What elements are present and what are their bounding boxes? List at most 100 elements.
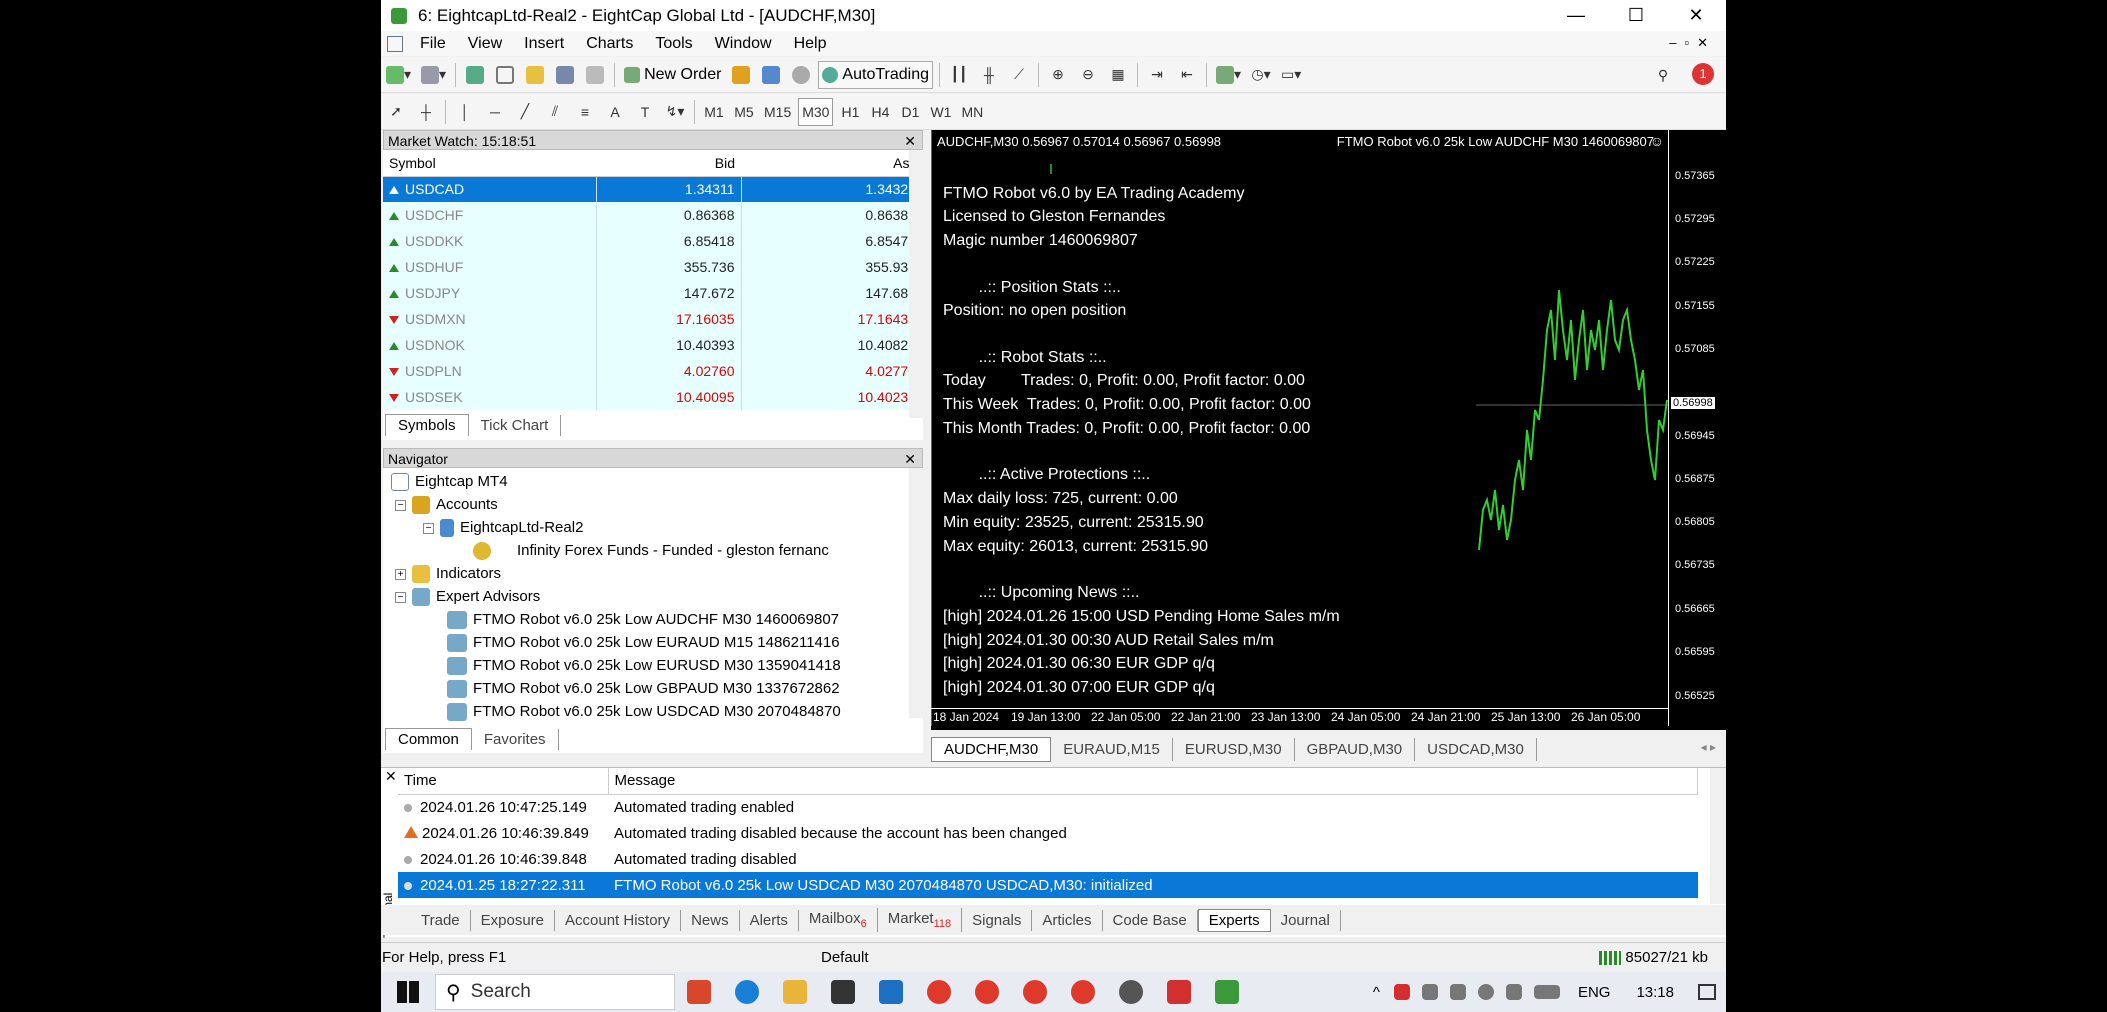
menu-view[interactable]: View xyxy=(457,35,513,53)
tab-signals[interactable]: Signals xyxy=(962,909,1033,931)
notifications-icon[interactable] xyxy=(1698,984,1716,1000)
tab-scroll-arrows[interactable]: ◂ ▸ xyxy=(1701,740,1716,754)
tf-d1[interactable]: D1 xyxy=(897,98,923,126)
col-ask[interactable]: Ask xyxy=(741,150,923,177)
new-order-button[interactable]: New Order xyxy=(621,61,724,89)
periods-icon[interactable]: ◷▾ xyxy=(1248,61,1274,89)
table-row[interactable]: USDJPY 147.672 147.683 xyxy=(383,280,923,306)
volume-muted-icon[interactable] xyxy=(1505,984,1522,1000)
tab-market[interactable]: Market118 xyxy=(878,908,963,932)
tab-eurusd-m30[interactable]: EURUSD,M30 xyxy=(1173,737,1295,761)
col-message[interactable]: Message xyxy=(608,768,1698,795)
table-row[interactable]: USDSEK 10.40095 10.40238 xyxy=(383,384,923,410)
tab-tick-chart[interactable]: Tick Chart xyxy=(469,415,562,436)
menu-window[interactable]: Window xyxy=(704,35,783,53)
anydesk-icon[interactable] xyxy=(1167,980,1191,1004)
new-chart-icon[interactable]: ▾ xyxy=(383,61,414,89)
tile-windows-icon[interactable]: ▦ xyxy=(1105,61,1131,89)
navigator-icon[interactable] xyxy=(522,61,548,89)
tab-trade[interactable]: Trade xyxy=(411,909,471,931)
cursor-icon[interactable]: ➚ xyxy=(383,98,409,126)
table-row[interactable]: USDHUF 355.736 355.938 xyxy=(383,254,923,280)
tree-ea-item[interactable]: FTMO Robot v6.0 25k Low USDCAD M30 20704… xyxy=(447,700,841,724)
search-box[interactable]: ⚲ Search xyxy=(435,974,675,1010)
menu-insert[interactable]: Insert xyxy=(513,35,575,53)
zoom-out-icon[interactable]: ⊖ xyxy=(1075,61,1101,89)
tree-account-sub[interactable]: Infinity Forex Funds - Funded - gleston … xyxy=(473,539,829,563)
tab-audchf-m30[interactable]: AUDCHF,M30 xyxy=(931,736,1052,762)
tab-symbols[interactable]: Symbols xyxy=(385,414,469,436)
tray-chevron-icon[interactable]: ^ xyxy=(1373,984,1380,1001)
tree-indicators[interactable]: + Indicators xyxy=(395,562,501,586)
menu-charts[interactable]: Charts xyxy=(575,35,644,53)
profiles-icon[interactable]: ▾ xyxy=(418,61,449,89)
tf-m1[interactable]: M1 xyxy=(701,98,727,126)
tab-journal[interactable]: Journal xyxy=(1271,909,1341,931)
table-row[interactable]: USDDKK 6.85418 6.85478 xyxy=(383,228,923,254)
col-bid[interactable]: Bid xyxy=(596,150,741,177)
metaeditor-icon[interactable] xyxy=(728,61,754,89)
signals-icon[interactable] xyxy=(758,61,784,89)
search-icon[interactable]: ⚲ xyxy=(1650,61,1676,89)
tray-app-icon[interactable] xyxy=(1393,984,1410,1000)
tray-app-icon[interactable] xyxy=(1421,984,1438,1000)
navigator-scrollbar[interactable] xyxy=(909,468,923,718)
data-window-icon[interactable] xyxy=(492,61,518,89)
autotrading-button[interactable]: AutoTrading xyxy=(818,60,933,89)
tab-favorites[interactable]: Favorites xyxy=(472,729,559,750)
tab-account-history[interactable]: Account History xyxy=(555,909,682,931)
terminal-icon[interactable] xyxy=(552,61,578,89)
market-watch-scrollbar[interactable] xyxy=(909,150,923,418)
tab-articles[interactable]: Articles xyxy=(1032,909,1103,931)
log-row[interactable]: 2024.01.26 10:46:39.848 Automated trading… xyxy=(398,846,1698,872)
market-watch-icon[interactable] xyxy=(462,61,488,89)
label-icon[interactable]: T xyxy=(632,98,658,126)
wifi-icon[interactable] xyxy=(1477,984,1494,1000)
tab-common[interactable]: Common xyxy=(385,728,472,750)
tf-m15[interactable]: M15 xyxy=(761,98,794,126)
minimize-button[interactable]: — xyxy=(1546,0,1606,31)
tree-ea-item[interactable]: FTMO Robot v6.0 25k Low GBPAUD M30 13376… xyxy=(447,677,840,701)
tester-icon[interactable] xyxy=(582,61,608,89)
table-row[interactable]: USDCHF 0.86368 0.86382 xyxy=(383,202,923,228)
horizontal-line-icon[interactable]: ─ xyxy=(482,98,508,126)
tab-alerts[interactable]: Alerts xyxy=(740,909,799,931)
tree-ea-item[interactable]: FTMO Robot v6.0 25k Low AUDCHF M30 14600… xyxy=(447,608,839,632)
channel-icon[interactable]: ⫽ xyxy=(542,98,568,126)
menu-file[interactable]: File xyxy=(409,35,457,53)
settings-icon[interactable] xyxy=(1119,980,1143,1004)
trendline-icon[interactable]: ╱ xyxy=(512,98,538,126)
keyboard-icon[interactable] xyxy=(1533,985,1560,999)
chrome-icon[interactable] xyxy=(975,980,999,1004)
store-icon[interactable] xyxy=(831,980,855,1004)
market-watch-close-icon[interactable]: ✕ xyxy=(904,131,916,151)
gift-icon[interactable] xyxy=(687,980,711,1004)
bar-chart-icon[interactable]: ┃┃ xyxy=(946,61,972,89)
col-time[interactable]: Time xyxy=(398,768,609,795)
tree-account[interactable]: − EightcapLtd-Real2 xyxy=(423,516,583,540)
tree-accounts[interactable]: − Accounts xyxy=(395,493,498,517)
auto-scroll-icon[interactable]: ⇥ xyxy=(1144,61,1170,89)
tab-euraud-m15[interactable]: EURAUD,M15 xyxy=(1051,737,1173,761)
navigator-close-icon[interactable]: ✕ xyxy=(904,449,916,469)
chrome-icon[interactable] xyxy=(1071,980,1095,1004)
chart-shift-icon[interactable]: ⇤ xyxy=(1174,61,1200,89)
log-row[interactable]: 2024.01.25 18:27:22.311 FTMO Robot v6.0 2… xyxy=(398,872,1698,898)
table-row[interactable]: USDPLN 4.02760 4.02770 xyxy=(383,358,923,384)
tf-m30[interactable]: M30 xyxy=(798,97,834,126)
tab-code-base[interactable]: Code Base xyxy=(1103,909,1198,931)
mail-icon[interactable] xyxy=(879,980,903,1004)
tab-usdcad-m30[interactable]: USDCAD,M30 xyxy=(1415,737,1537,761)
tf-h4[interactable]: H4 xyxy=(867,98,893,126)
menu-tools[interactable]: Tools xyxy=(644,35,703,53)
tree-experts[interactable]: − Expert Advisors xyxy=(395,585,540,609)
crosshair-icon[interactable]: ┼ xyxy=(413,98,439,126)
tree-ea-item[interactable]: FTMO Robot v6.0 25k Low EURAUD M15 14862… xyxy=(447,631,840,655)
file-explorer-icon[interactable] xyxy=(783,980,807,1004)
terminal-close-icon[interactable]: ✕ xyxy=(385,768,397,785)
tree-root[interactable]: Eightcap MT4 xyxy=(391,470,508,494)
table-row[interactable]: USDNOK 10.40393 10.40822 xyxy=(383,332,923,358)
tab-mailbox[interactable]: Mailbox6 xyxy=(799,908,878,932)
tab-experts[interactable]: Experts xyxy=(1197,908,1271,932)
table-row[interactable]: USDMXN 17.16035 17.16433 xyxy=(383,306,923,332)
